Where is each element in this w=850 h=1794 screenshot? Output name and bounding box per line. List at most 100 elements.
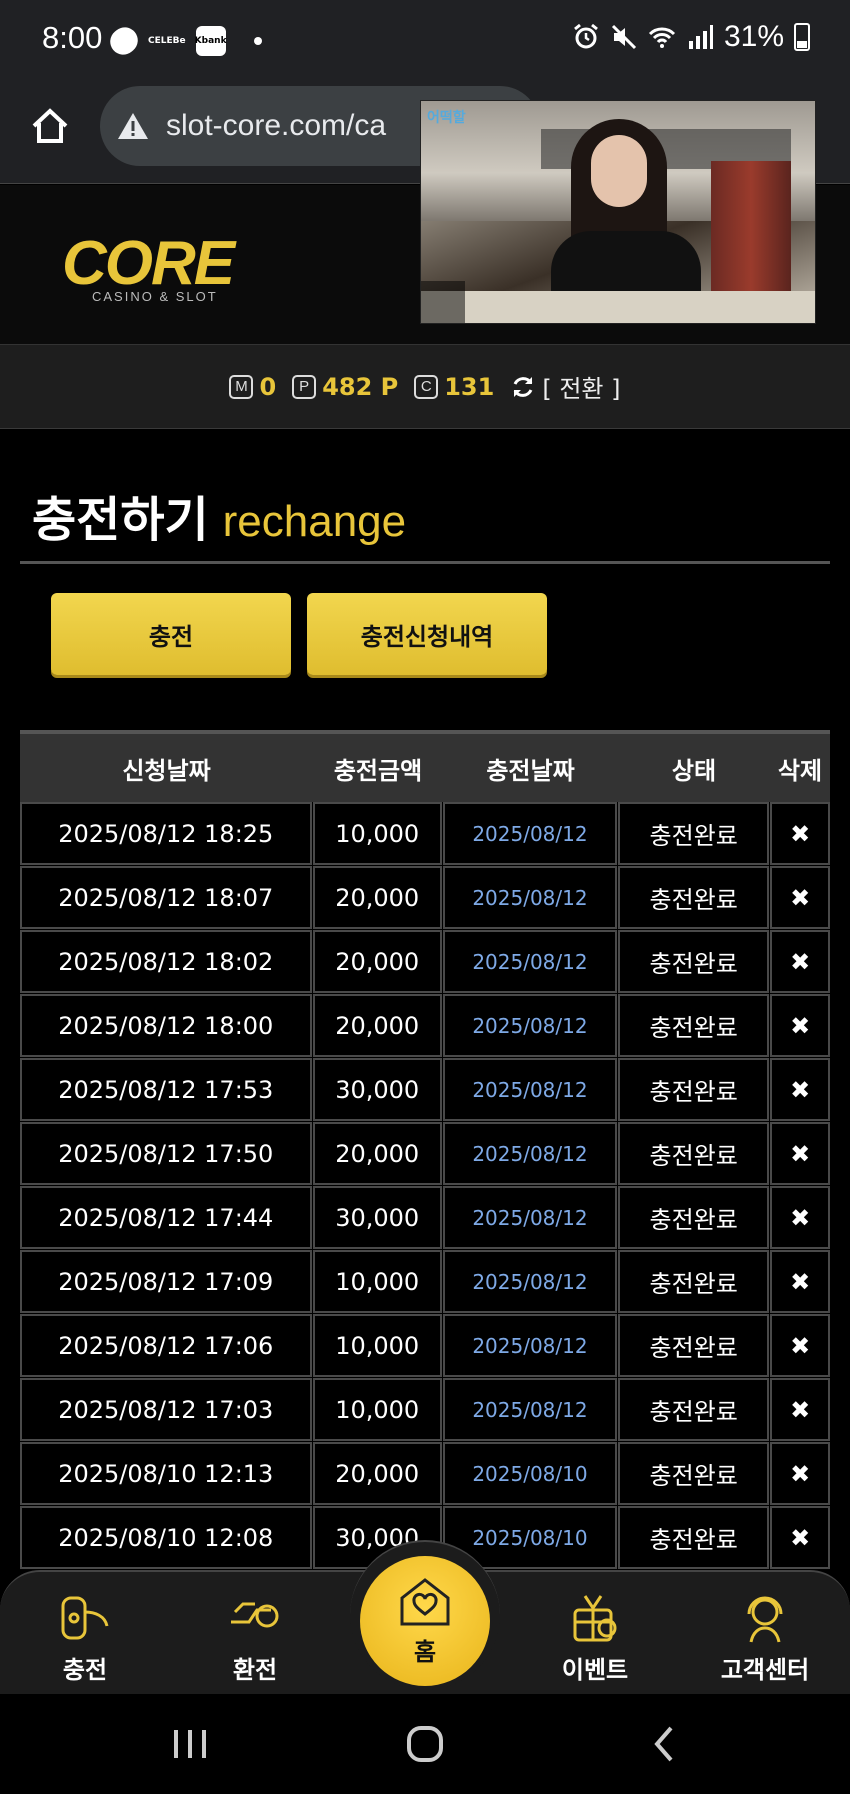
alarm-icon [574, 23, 598, 49]
notification-icons: CELEBe Kbank [104, 22, 262, 60]
nav-support[interactable]: 고객센터 [705, 1592, 825, 1685]
video-overlay[interactable]: 어떡할 [420, 100, 816, 324]
cell-request-date: 2025/08/12 17:09 [20, 1250, 312, 1313]
nav-home[interactable]: 홈 [360, 1556, 490, 1686]
table-row: 2025/08/10 12:13 20,000 2025/08/10 충전완료 ✖ [20, 1442, 830, 1506]
page-title-english: rechange [222, 497, 407, 546]
charge-history-button[interactable]: 충전신청내역 [307, 593, 547, 675]
delete-icon[interactable]: ✖ [770, 1058, 830, 1121]
table-row: 2025/08/12 17:50 20,000 2025/08/12 충전완료 ✖ [20, 1122, 830, 1186]
cell-status: 충전완료 [618, 1250, 770, 1313]
back-icon[interactable] [645, 1724, 685, 1764]
money-balance: M 0 [229, 373, 276, 401]
url-text[interactable]: slot-core.com/ca [166, 109, 386, 143]
recent-apps-icon[interactable] [170, 1724, 210, 1764]
nav-charge[interactable]: 충전 [25, 1592, 145, 1685]
cell-amount: 10,000 [312, 1314, 442, 1377]
header-amount: 충전금액 [333, 756, 423, 785]
coin-icon: C [414, 374, 439, 399]
table-body: 2025/08/12 18:25 10,000 2025/08/12 충전완료 ✖ 20… [20, 802, 830, 1570]
cell-charge-date: 2025/08/10 [442, 1442, 618, 1505]
charge-history-table: 신청날짜 충전금액 충전날짜 상태 삭제 2025/08/12 18:25 10,… [20, 730, 830, 1570]
point-value: 482 P [322, 372, 399, 401]
cell-status: 충전완료 [618, 1442, 770, 1505]
cell-amount: 20,000 [312, 866, 442, 929]
cell-amount: 20,000 [312, 1442, 442, 1505]
charge-button[interactable]: 충전 [51, 593, 291, 675]
core-logo[interactable]: CORE CASINO & SLOT [62, 229, 252, 305]
cell-amount: 20,000 [312, 1122, 442, 1185]
delete-icon[interactable]: ✖ [770, 1378, 830, 1441]
cell-charge-date: 2025/08/12 [442, 1378, 618, 1441]
table-row: 2025/08/12 17:09 10,000 2025/08/12 충전완료 ✖ [20, 1250, 830, 1314]
delete-icon[interactable]: ✖ [770, 1314, 830, 1377]
nav-event[interactable]: 이벤트 [535, 1592, 655, 1685]
point-icon: P [292, 374, 317, 399]
delete-icon[interactable]: ✖ [770, 1442, 830, 1505]
cell-request-date: 2025/08/10 12:13 [20, 1442, 312, 1505]
nav-support-label: 고객센터 [720, 1656, 810, 1684]
refresh-icon [513, 376, 533, 397]
money-icon: M [229, 374, 254, 399]
page-title-korean: 충전하기 [32, 492, 209, 548]
wifi-icon [648, 27, 676, 48]
warning-icon[interactable] [116, 111, 150, 141]
money-value: 0 [259, 372, 277, 401]
switch-points-button[interactable]: [ 전환 ] [510, 369, 621, 404]
coin-balance: C 131 [414, 373, 494, 401]
table-row: 2025/08/12 18:02 20,000 2025/08/12 충전완료 ✖ [20, 930, 830, 994]
cell-status: 충전완료 [618, 802, 770, 865]
exchange-icon [231, 1602, 279, 1628]
table-row: 2025/08/12 17:44 30,000 2025/08/12 충전완료 ✖ [20, 1186, 830, 1250]
home-system-icon[interactable] [405, 1724, 445, 1764]
cell-request-date: 2025/08/12 17:44 [20, 1186, 312, 1249]
support-icon [747, 1596, 783, 1643]
delete-icon[interactable]: ✖ [770, 930, 830, 993]
table-row: 2025/08/12 17:53 30,000 2025/08/12 충전완료 ✖ [20, 1058, 830, 1122]
header-status: 상태 [671, 756, 717, 785]
delete-icon[interactable]: ✖ [770, 802, 830, 865]
cell-amount: 10,000 [312, 1378, 442, 1441]
cell-amount: 10,000 [312, 1250, 442, 1313]
cell-amount: 30,000 [312, 1058, 442, 1121]
delete-icon[interactable]: ✖ [770, 1186, 830, 1249]
home-icon[interactable] [28, 104, 72, 148]
cell-request-date: 2025/08/12 18:07 [20, 866, 312, 929]
cell-charge-date: 2025/08/12 [442, 1186, 618, 1249]
cell-charge-date: 2025/08/12 [442, 866, 618, 929]
video-badge: 어떡할 [427, 110, 466, 126]
cell-charge-date: 2025/08/12 [442, 1122, 618, 1185]
home-heart-icon [400, 1577, 450, 1625]
header-charge-date: 충전날짜 [486, 756, 575, 785]
cell-charge-date: 2025/08/12 [442, 1250, 618, 1313]
cell-request-date: 2025/08/12 17:06 [20, 1314, 312, 1377]
status-time: 8:00 [42, 20, 103, 55]
header-delete: 삭제 [777, 756, 823, 785]
nav-home-label: 홈 [413, 1637, 437, 1666]
cell-request-date: 2025/08/12 18:00 [20, 994, 312, 1057]
logo-text: CORE [62, 229, 235, 298]
nav-charge-label: 충전 [62, 1656, 108, 1684]
table-row: 2025/08/12 17:03 10,000 2025/08/12 충전완료 ✖ [20, 1378, 830, 1442]
cell-charge-date: 2025/08/12 [442, 930, 618, 993]
table-header: 신청날짜 충전금액 충전날짜 상태 삭제 [20, 734, 830, 802]
nav-exchange[interactable]: 환전 [195, 1592, 315, 1685]
cell-charge-date: 2025/08/12 [442, 1314, 618, 1377]
logo-subtitle: CASINO & SLOT [92, 289, 218, 304]
delete-icon[interactable]: ✖ [770, 866, 830, 929]
battery-percent: 31% [723, 20, 784, 53]
table-row: 2025/08/12 17:06 10,000 2025/08/12 충전완료 ✖ [20, 1314, 830, 1378]
delete-icon[interactable]: ✖ [770, 1122, 830, 1185]
cell-request-date: 2025/08/12 17:50 [20, 1122, 312, 1185]
nav-exchange-label: 환전 [232, 1656, 278, 1684]
title-divider [20, 561, 830, 564]
celebe-icon: CELEBe [148, 36, 186, 46]
delete-icon[interactable]: ✖ [770, 994, 830, 1057]
coin-value: 131 [444, 372, 495, 401]
delete-icon[interactable]: ✖ [770, 1250, 830, 1313]
delete-icon[interactable]: ✖ [770, 1506, 830, 1569]
cell-charge-date: 2025/08/12 [442, 1058, 618, 1121]
cell-request-date: 2025/08/12 17:03 [20, 1378, 312, 1441]
signal-icon [688, 25, 713, 49]
cell-status: 충전완료 [618, 930, 770, 993]
